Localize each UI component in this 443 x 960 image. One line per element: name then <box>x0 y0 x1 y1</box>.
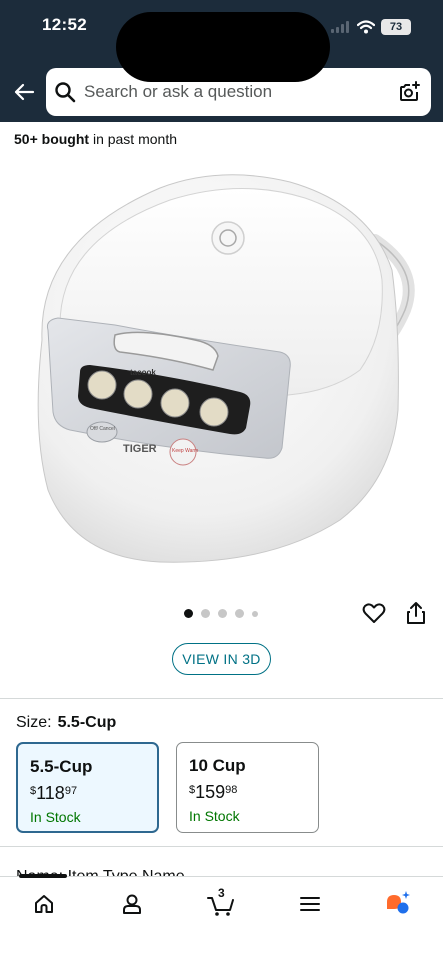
bottom-nav: 3 <box>0 874 443 960</box>
nav-menu[interactable] <box>292 889 328 919</box>
rice-cooker-illustration: tacook Off/ Cancel Keep Warm TIGER <box>37 174 415 563</box>
heart-icon[interactable] <box>361 600 387 626</box>
option-price: $159 98 <box>189 782 318 803</box>
price-fraction: 98 <box>225 784 238 796</box>
battery-indicator: 73 <box>381 19 411 35</box>
price-fraction: 97 <box>64 785 78 797</box>
rufus-icon <box>387 891 410 914</box>
brand-logo: TIGER <box>123 443 157 455</box>
carousel-dot[interactable] <box>252 610 258 617</box>
account-icon <box>123 894 141 914</box>
option-name: 5.5-Cup <box>30 757 93 776</box>
option-price: $118 97 <box>30 783 157 804</box>
off-cancel-label: Off/ Cancel <box>90 426 115 432</box>
nav-home[interactable] <box>26 889 62 919</box>
status-icons: 73 <box>331 19 411 35</box>
back-arrow-icon <box>14 83 35 101</box>
price-whole: 118 <box>36 783 65 803</box>
share-icon[interactable] <box>403 600 429 626</box>
search-icon <box>55 82 76 103</box>
bought-count: 50+ bought <box>14 131 90 147</box>
home-icon <box>35 895 53 913</box>
status-time: 12:52 <box>42 15 87 34</box>
active-tab-indicator <box>19 874 67 878</box>
view-in-3d-button[interactable]: VIEW IN 3D <box>172 643 271 675</box>
keep-warm-label: Keep Warm <box>172 448 198 454</box>
signal-icon <box>331 21 349 33</box>
carousel-dot[interactable] <box>235 609 244 618</box>
carousel-dot[interactable] <box>184 609 193 618</box>
nav-rufus[interactable] <box>380 889 416 919</box>
back-button[interactable] <box>8 76 40 108</box>
panel-mark: tacook <box>130 368 156 377</box>
bought-in-past-month: 50+ bought in past month <box>14 131 177 147</box>
size-option-10-cup[interactable]: 10 Cup $159 98 In Stock <box>176 742 319 833</box>
search-input[interactable] <box>84 78 384 106</box>
cart-count: 3 <box>218 886 225 900</box>
menu-icon <box>300 897 320 911</box>
dynamic-island <box>116 12 330 82</box>
option-name: 10 Cup <box>189 756 246 775</box>
size-option-5-5-cup[interactable]: 5.5-Cup $118 97 In Stock <box>16 742 159 833</box>
bought-suffix: in past month <box>92 131 178 147</box>
image-carousel-dots[interactable] <box>184 609 258 618</box>
carousel-dot[interactable] <box>201 609 210 618</box>
camera-search-icon[interactable] <box>397 80 421 104</box>
stock-status: In Stock <box>189 808 240 824</box>
size-selector-label: Size: 5.5-Cup <box>16 714 116 732</box>
carousel-dot[interactable] <box>218 609 227 618</box>
divider <box>0 698 443 699</box>
divider <box>0 846 443 847</box>
product-image[interactable]: tacook Off/ Cancel Keep Warm TIGER <box>20 160 420 580</box>
size-label: Size: <box>16 714 52 731</box>
wifi-icon <box>357 20 375 34</box>
price-whole: 159 <box>195 782 226 802</box>
nav-cart[interactable]: 3 <box>203 886 239 919</box>
stock-status: In Stock <box>30 809 81 825</box>
size-value: 5.5-Cup <box>57 714 117 731</box>
nav-account[interactable] <box>114 889 150 919</box>
